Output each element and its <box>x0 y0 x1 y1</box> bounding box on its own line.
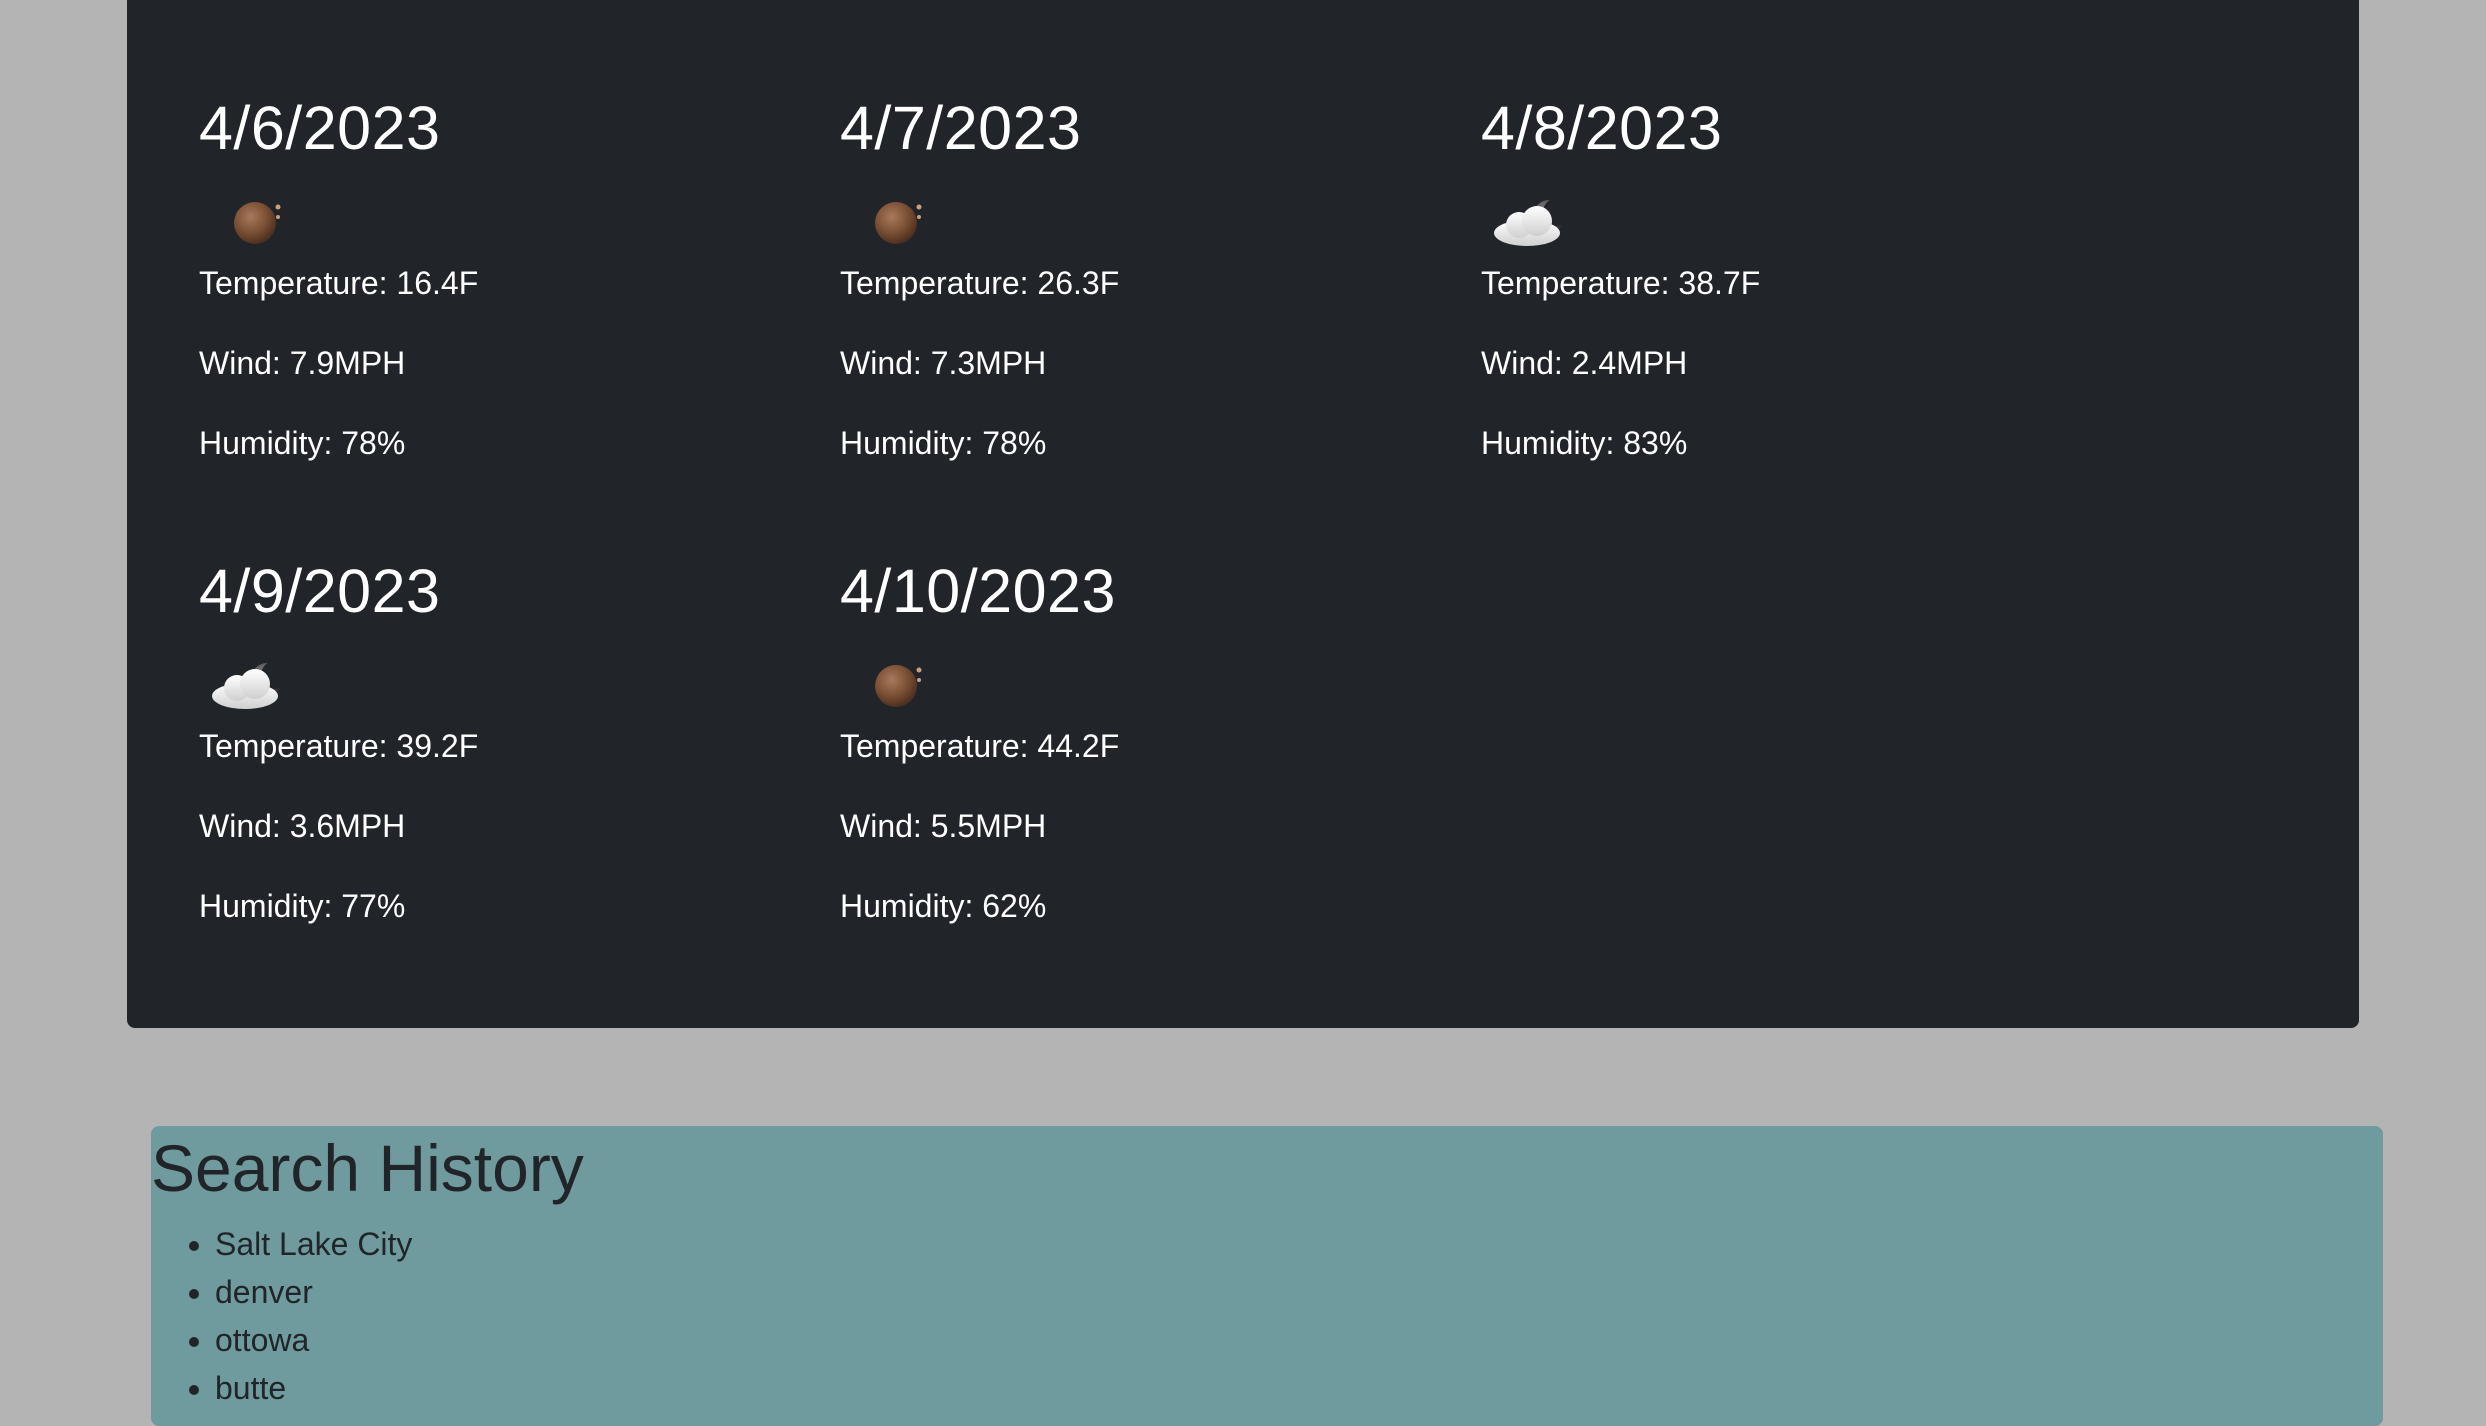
humidity-value: Humidity: 62% <box>840 888 1047 924</box>
moon-icon <box>846 183 936 253</box>
humidity-value: Humidity: 78% <box>840 425 1047 461</box>
forecast-date: 4/10/2023 <box>840 557 1116 625</box>
wind-value: Wind: 5.5MPH <box>840 808 1047 844</box>
wind-value: Wind: 3.6MPH <box>199 808 406 844</box>
temperature-value: Temperature: 38.7F <box>1481 265 1761 301</box>
history-item[interactable]: butte <box>215 1364 412 1412</box>
temperature-value: Temperature: 16.4F <box>199 265 479 301</box>
humidity-value: Humidity: 77% <box>199 888 406 924</box>
search-history-panel: Search History Salt Lake City denver ott… <box>151 1126 2383 1426</box>
forecast-date: 4/6/2023 <box>199 94 441 162</box>
history-item[interactable]: ottowa <box>215 1316 412 1364</box>
forecast-date: 4/7/2023 <box>840 94 1082 162</box>
temperature-value: Temperature: 44.2F <box>840 728 1120 764</box>
wind-value: Wind: 2.4MPH <box>1481 345 1688 381</box>
forecast-date: 4/9/2023 <box>199 557 441 625</box>
temperature-value: Temperature: 26.3F <box>840 265 1120 301</box>
forecast-panel: 4/6/2023 Temperature: 16.4F Wind: 7.9MPH… <box>127 0 2359 1028</box>
search-history-title: Search History <box>151 1131 584 1205</box>
history-item[interactable]: denver <box>215 1268 412 1316</box>
cloud-moon-icon <box>205 646 295 716</box>
forecast-date: 4/8/2023 <box>1481 94 1723 162</box>
humidity-value: Humidity: 83% <box>1481 425 1688 461</box>
humidity-value: Humidity: 78% <box>199 425 406 461</box>
temperature-value: Temperature: 39.2F <box>199 728 479 764</box>
wind-value: Wind: 7.9MPH <box>199 345 406 381</box>
wind-value: Wind: 7.3MPH <box>840 345 1047 381</box>
cloud-moon-icon <box>1487 183 1577 253</box>
history-item[interactable]: Salt Lake City <box>215 1220 412 1268</box>
moon-icon <box>205 183 295 253</box>
moon-icon <box>846 646 936 716</box>
search-history-list: Salt Lake City denver ottowa butte <box>151 1220 412 1412</box>
